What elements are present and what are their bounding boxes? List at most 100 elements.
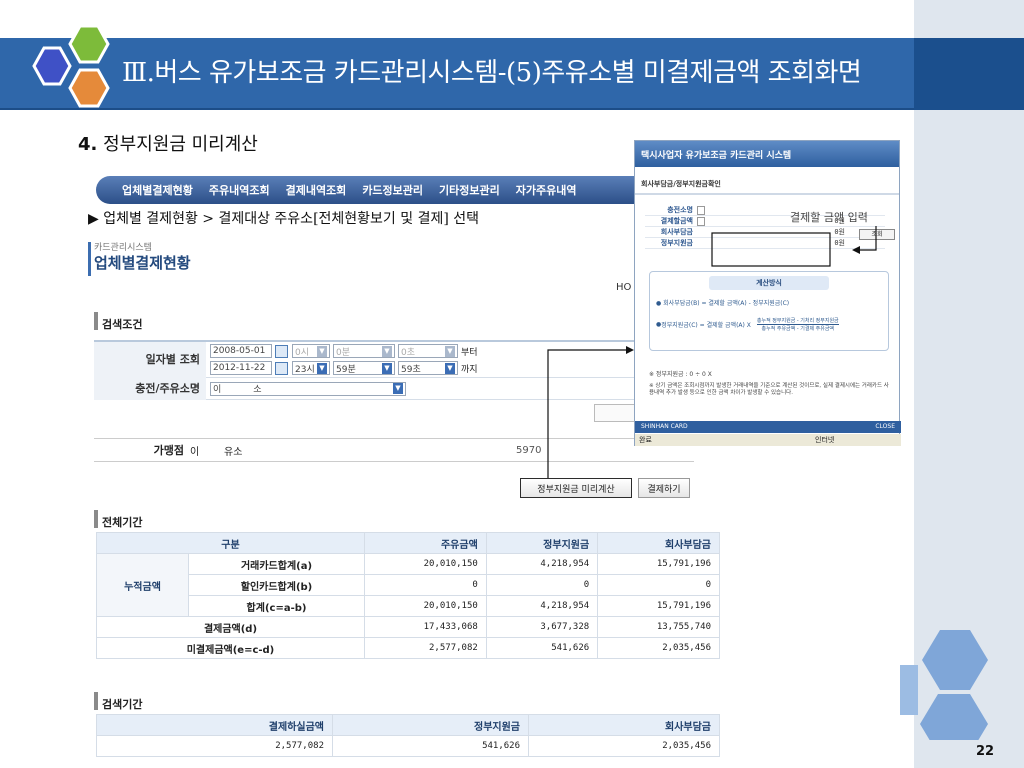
table-row: 미결제금액(e=c-d) 2,577,082 541,626 2,035,456 [96, 637, 720, 659]
to-sec-value: 59초 [401, 364, 421, 375]
company-cell: 15,791,196 [597, 595, 720, 617]
fuel-cell: 2,577,082 [364, 637, 487, 659]
pay-button[interactable]: 결제하기 [638, 478, 690, 498]
formula-2-text: 정부지원금(C) = 결제할 금액(A) X [661, 322, 751, 329]
pay-amount-cell: 2,577,082 [96, 735, 333, 757]
status-left: 완료 [639, 436, 652, 444]
shop-info-row: 가맹점 이 유소 5970 [94, 438, 694, 462]
hexagon-logo-icon [32, 24, 110, 108]
station-row: 충전/주유소명 이 소 ▼ [94, 377, 634, 400]
popup-label: 충전소명 [667, 206, 693, 214]
station-select[interactable]: 이 소 ▼ [210, 381, 406, 396]
table-row: 합계(c=a-b) 20,010,150 4,218,954 15,791,19… [97, 595, 720, 617]
note-1: ※ 정부지원금 : 0 ÷ 0 X [649, 371, 712, 378]
chevron-down-icon: ▼ [445, 362, 455, 374]
col-category: 구분 [96, 532, 365, 554]
from-suffix: 부터 [461, 347, 478, 358]
calc-method-box: 계산방식 ● 회사부담금(B) = 결제할 금액(A) - 정부지원금(C) ●… [649, 271, 889, 351]
gov-cell: 541,626 [485, 637, 599, 659]
amount-input[interactable] [697, 216, 705, 226]
to-date-input[interactable]: 2012-11-22 [210, 361, 272, 375]
formula-2-fraction: 총누적 정부지원금 - 기처리 정부지원금 총누적 주유금액 - 기결제 주유금… [756, 317, 839, 332]
lookup-button[interactable]: 조회 [859, 229, 895, 240]
title-bar-right-block [914, 38, 1024, 110]
calendar-icon[interactable] [275, 361, 288, 375]
row-label: 거래카드합계(a) [188, 553, 365, 575]
popup-subtitle: 회사부담금/정부지원금확인 [635, 167, 899, 195]
formula-2-denominator: 총누적 주유금액 - 기결제 주유금액 [761, 326, 835, 332]
date-label: 일자별 조회 [94, 341, 206, 378]
nav-item-fuel-history[interactable]: 주유내역조회 [201, 182, 278, 198]
search-period-table: 결제하실금액 정부지원금 회사부담금 2,577,082 541,626 2,0… [96, 714, 720, 757]
gov-cell: 541,626 [332, 735, 529, 757]
search-section-title: 검색조건 [94, 312, 142, 332]
from-min-select[interactable]: 0분 ▼ [333, 344, 395, 358]
nav-item-other-info[interactable]: 기타정보관리 [431, 182, 508, 198]
slide-title: Ⅲ.버스 유가보조금 카드관리시스템-(5)주유소별 미결제금액 조회화면 [122, 58, 862, 88]
gov-cell: 0 [485, 574, 599, 596]
from-sec-select[interactable]: 0초 ▼ [398, 344, 458, 358]
close-button[interactable]: CLOSE [875, 423, 895, 430]
company-cell: 13,755,740 [597, 616, 720, 638]
chevron-down-icon: ▼ [445, 345, 455, 357]
popup-label: 회사부담금 [660, 228, 693, 236]
fuel-cell: 0 [364, 574, 487, 596]
nav-item-self-fuel[interactable]: 자가주유내역 [508, 182, 585, 198]
gov-cell: 4,218,954 [485, 553, 599, 575]
calendar-icon[interactable] [275, 344, 288, 358]
col-gov: 정부지원금 [332, 714, 529, 736]
to-hour-value: 23시 [295, 364, 315, 375]
to-min-select[interactable]: 59분 ▼ [333, 361, 395, 375]
station-value: 이 [213, 385, 222, 395]
chevron-down-icon: ▼ [317, 362, 327, 374]
subtitle-text: 정부지원금 미리계산 [97, 134, 258, 155]
total-period-table: 구분 주유금액 정부지원금 회사부담금 누적금액 거래카드합계(a) 20,01… [96, 532, 720, 659]
browser-status-bar: 완료 인터넷 [635, 434, 901, 446]
company-cell: 2,035,456 [597, 637, 720, 659]
shop-value-2: 유소 [224, 446, 243, 458]
nav-item-card-info[interactable]: 카드정보관리 [354, 182, 431, 198]
formula-1: ● 회사부담금(B) = 결제할 금액(A) - 정부지원금(C) [656, 300, 790, 307]
home-link[interactable]: HO [616, 282, 631, 293]
precalc-button[interactable]: 정부지원금 미리계산 [520, 478, 632, 498]
fuel-cell: 17,433,068 [364, 616, 487, 638]
station-input[interactable] [697, 205, 705, 215]
to-hour-select[interactable]: 23시 ▼ [292, 361, 330, 375]
shop-value-3: 5970 [516, 444, 542, 456]
gov-cell: 4,218,954 [485, 595, 599, 617]
to-sec-select[interactable]: 59초 ▼ [398, 361, 458, 375]
decorative-hexagons-icon [900, 630, 988, 740]
station-label: 충전/주유소명 [94, 377, 206, 400]
popup-row-gov: 정부지원금 0원 [645, 238, 885, 249]
chevron-down-icon: ▼ [382, 345, 392, 357]
col-company: 회사부담금 [597, 532, 720, 554]
status-right: 인터넷 [815, 436, 835, 444]
title-bar: Ⅲ.버스 유가보조금 카드관리시스템-(5)주유소별 미결제금액 조회화면 [0, 38, 1024, 110]
fuel-cell: 20,010,150 [364, 595, 487, 617]
from-hour-select[interactable]: 0시 ▼ [292, 344, 330, 358]
row-label: 할인카드합계(b) [188, 574, 365, 596]
paid-label: 결제금액(d) [96, 616, 365, 638]
nav-item-company-payment[interactable]: 업체별결제현황 [114, 182, 201, 198]
row-label: 합계(c=a-b) [188, 595, 365, 617]
company-cell: 0 [597, 574, 720, 596]
precalc-popup-window: 택시사업자 유가보조금 카드관리 시스템 회사부담금/정부지원금확인 충전소명 … [634, 140, 901, 446]
col-company: 회사부담금 [528, 714, 720, 736]
nav-item-payment-history[interactable]: 결제내역조회 [278, 182, 355, 198]
fuel-cell: 20,010,150 [364, 553, 487, 575]
from-date-input[interactable]: 2008-05-01 [210, 344, 272, 358]
shop-label: 가맹점 [153, 444, 184, 457]
col-fuel: 주유금액 [364, 532, 487, 554]
to-min-value: 59분 [336, 364, 356, 375]
gov-cell: 3,677,328 [485, 616, 599, 638]
popup-label: 정부지원금 [660, 239, 693, 247]
group-label: 누적금액 [96, 553, 189, 617]
search-period-title: 검색기간 [94, 692, 142, 712]
callout-label: 결제할 금액 입력 [790, 211, 868, 224]
table-header-row: 결제하실금액 정부지원금 회사부담금 [96, 714, 720, 736]
popup-footer: SHINHAN CARD CLOSE [635, 421, 901, 433]
chevron-down-icon: ▼ [317, 345, 327, 357]
table-header-row: 구분 주유금액 정부지원금 회사부담금 [96, 532, 720, 554]
footer-brand: SHINHAN CARD [641, 423, 688, 430]
page-title: 업체별결제현황 [88, 242, 191, 276]
